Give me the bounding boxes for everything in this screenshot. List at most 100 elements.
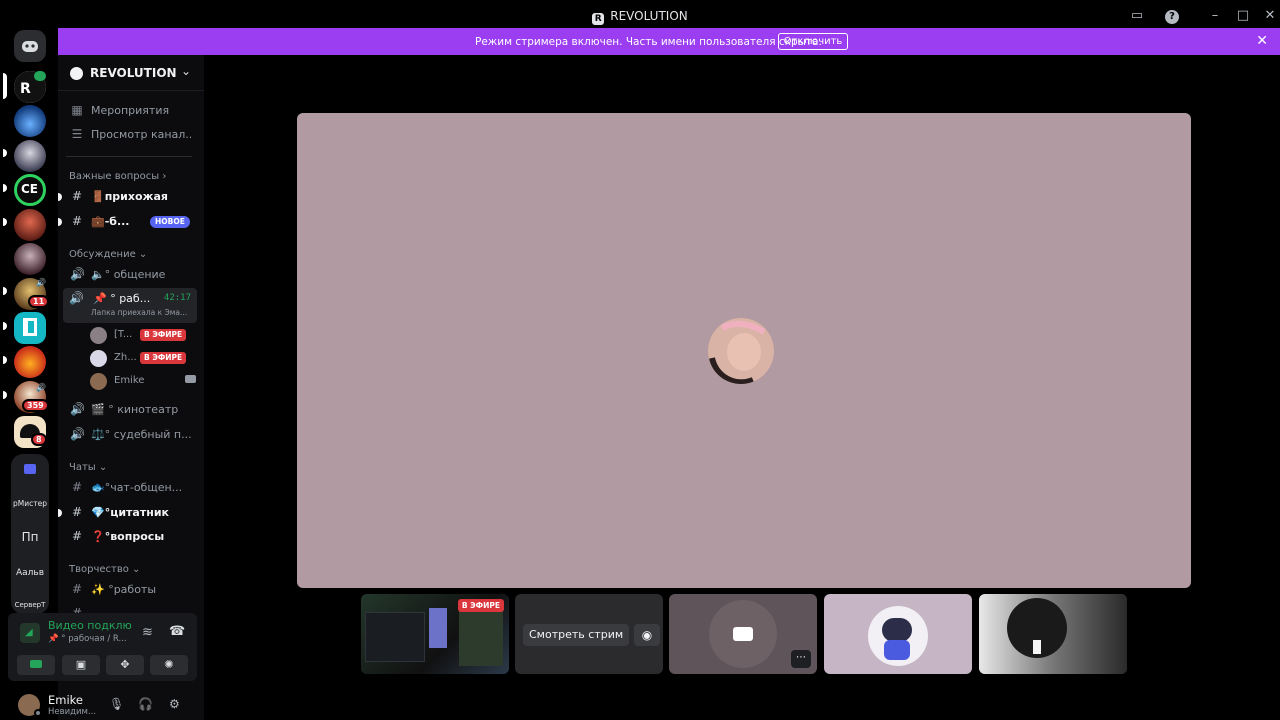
avatar	[90, 373, 107, 390]
category-chats[interactable]: Чаты ⌄	[69, 462, 107, 473]
category-creative[interactable]: Творчество ⌄	[69, 564, 140, 575]
robot-avatar-icon	[882, 618, 912, 642]
hash-icon: #	[71, 189, 83, 203]
server-8[interactable]	[14, 312, 46, 344]
mention-badge: 8	[31, 433, 47, 446]
soundboard-icon: ✺	[164, 658, 174, 671]
screen-share-button[interactable]: ▣	[62, 655, 100, 675]
channel-label: 🚪прихожая	[91, 190, 168, 203]
participant-tile-video-off[interactable]: ⋯	[669, 594, 817, 674]
channel-label: 💎°цитатник	[91, 506, 170, 519]
channel-chat[interactable]: # 🐟°чат-общен...	[64, 477, 198, 499]
disconnect-icon[interactable]: ☎	[169, 624, 185, 639]
maximize-icon[interactable]: □	[1235, 8, 1251, 24]
user-name[interactable]: Emike	[48, 693, 83, 707]
participant-tile-camera[interactable]	[979, 594, 1127, 674]
headphones-icon[interactable]: 🎧	[138, 697, 153, 711]
watch-stream-button[interactable]: Смотреть стрим	[523, 624, 630, 646]
minimize-icon[interactable]: –	[1207, 8, 1223, 24]
channel-label: 🐟°чат-общен...	[91, 481, 183, 494]
user-name: Emike	[114, 375, 145, 386]
server-8-logo-icon	[23, 318, 37, 336]
voice-channel-talk[interactable]: 🔊 🔈° общение	[64, 264, 198, 286]
close-banner-icon[interactable]: ✕	[1256, 33, 1268, 49]
channel-questions[interactable]: # ❓°вопросы	[64, 526, 198, 548]
user-name: [T...	[114, 329, 133, 340]
server-pp[interactable]: Пп	[12, 530, 48, 544]
live-badge: В ЭФИРЕ	[140, 352, 187, 364]
soundboard-button[interactable]: ✺	[150, 655, 188, 675]
channel-b6[interactable]: # 💼-б... НОВОЕ	[64, 211, 198, 233]
voice-channel-cinema[interactable]: 🔊 🎬 ° кинотеатр	[64, 399, 198, 421]
camera-button[interactable]	[17, 655, 55, 675]
ce-logo-icon: CE	[21, 182, 39, 196]
server-name: REVOLUTION	[90, 66, 177, 80]
category-important[interactable]: Важные вопросы ›	[69, 171, 166, 182]
server-rmister[interactable]: рМистер	[12, 499, 48, 508]
status-dot	[34, 709, 42, 717]
channel-label: ❓°вопросы	[91, 530, 165, 543]
server-aalv[interactable]: Аальв	[12, 568, 48, 578]
close-window-icon[interactable]: ✕	[1262, 8, 1278, 24]
server-servert[interactable]: СерверТ	[12, 601, 48, 609]
browse-channels-item[interactable]: ☰ Просмотр канал...	[64, 124, 198, 146]
voice-status[interactable]: Видео подклю	[48, 619, 132, 632]
server-header[interactable]: REVOLUTION ⌄	[58, 55, 204, 91]
watch-stream-tile[interactable]: Смотреть стрим ◉	[515, 594, 663, 674]
server-5[interactable]	[14, 209, 46, 241]
channel-label: 🎬 ° кинотеатр	[91, 403, 179, 416]
voice-user[interactable]: [T... В ЭФИРЕ	[90, 325, 198, 345]
voice-channel-work-active[interactable]: 🔊 📌 ° раб... 42:17 Лапка приехала к Эма.…	[63, 288, 197, 323]
more-options-icon[interactable]: ⋯	[791, 650, 811, 668]
speaker-icon: 🔊	[70, 267, 85, 281]
category-discussion[interactable]: Обсуждение ⌄	[69, 249, 147, 260]
unread-indicator	[3, 218, 7, 226]
microphone-icon[interactable]: 🎙	[109, 697, 124, 711]
voice-stage-main[interactable]	[297, 113, 1191, 588]
avatar	[90, 350, 107, 367]
voice-channel-link[interactable]: 📌 ° рабочая / R...	[48, 634, 127, 644]
server-9[interactable]	[14, 346, 46, 378]
stream-tile[interactable]: В ЭФИРЕ	[361, 594, 509, 674]
signal-icon[interactable]: ◢	[20, 623, 40, 643]
video-camera-icon	[185, 375, 196, 383]
channel-label: 🔈° общение	[91, 268, 166, 281]
participant-tile[interactable]	[824, 594, 972, 674]
live-badge: В ЭФИРЕ	[457, 599, 504, 612]
folder-icon[interactable]	[24, 464, 36, 474]
hash-icon: #	[71, 582, 83, 596]
voice-user[interactable]: Emike	[90, 371, 198, 391]
channel-works[interactable]: # ✨ °работы	[64, 579, 198, 601]
stream-preview-grid	[459, 610, 503, 666]
help-icon[interactable]: ?	[1164, 8, 1180, 24]
hash-icon: #	[71, 214, 83, 228]
face-avatar-icon	[708, 318, 774, 384]
server-logo-icon: R	[592, 13, 605, 25]
disable-streamer-mode-button[interactable]: Отключить	[778, 33, 848, 50]
server-6[interactable]	[14, 243, 46, 275]
unread-indicator	[58, 509, 62, 517]
unread-indicator	[3, 184, 7, 192]
streamer-mode-banner: Режим стримера включен. Часть имени поль…	[57, 28, 1280, 55]
noise-suppression-icon[interactable]: ≋	[142, 625, 153, 640]
inbox-icon[interactable]: ▭	[1129, 8, 1145, 24]
server-boost-icon	[70, 67, 83, 80]
hash-icon: #	[71, 480, 83, 494]
screen-share-icon: ▣	[75, 658, 87, 671]
server-ce[interactable]: CE	[14, 174, 46, 206]
settings-gear-icon[interactable]: ⚙	[169, 697, 180, 711]
events-item[interactable]: ▦ Мероприятия	[64, 100, 198, 122]
channel-quotes[interactable]: # 💎°цитатник	[64, 502, 198, 524]
voice-channel-court[interactable]: 🔊 ⚖️° судебный п...	[64, 424, 198, 446]
channel-hallway[interactable]: # 🚪прихожая	[64, 186, 198, 208]
stream-preview-window	[365, 612, 425, 662]
voice-user[interactable]: Zh... В ЭФИРЕ	[90, 348, 198, 368]
server-3[interactable]	[14, 140, 46, 172]
discord-icon	[22, 41, 38, 52]
unread-indicator	[3, 287, 7, 295]
server-2[interactable]	[14, 105, 46, 137]
activities-button[interactable]: ✥	[106, 655, 144, 675]
home-button[interactable]	[14, 30, 46, 62]
watch-stream-eye-icon[interactable]: ◉	[634, 624, 660, 646]
chevron-down-icon[interactable]: ⌄	[181, 64, 191, 78]
